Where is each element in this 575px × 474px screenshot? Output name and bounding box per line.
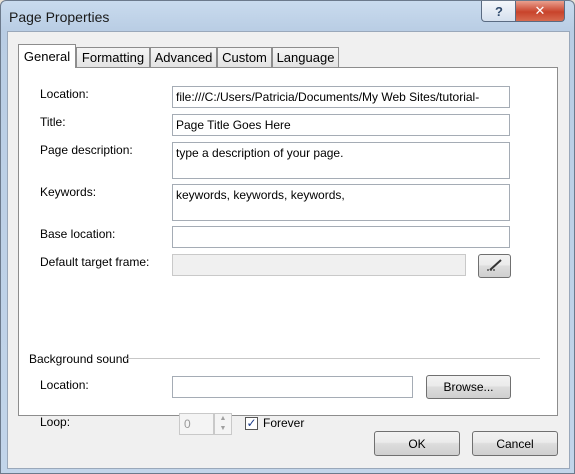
keywords-label: Keywords: bbox=[40, 185, 97, 199]
page-properties-dialog: Page Properties ? ✕ General Formatting A… bbox=[0, 0, 575, 474]
sound-location-field[interactable] bbox=[172, 376, 413, 398]
group-divider bbox=[126, 358, 540, 359]
loop-spinner: ▲ ▼ bbox=[214, 413, 232, 435]
forever-checkbox[interactable]: ✓ bbox=[245, 417, 258, 430]
default-target-frame-field bbox=[172, 254, 466, 276]
location-field[interactable]: file:///C:/Users/Patricia/Documents/My W… bbox=[172, 86, 510, 108]
spinner-up-icon: ▲ bbox=[219, 415, 227, 422]
title-field[interactable]: Page Title Goes Here bbox=[172, 114, 510, 136]
page-description-label: Page description: bbox=[40, 143, 133, 157]
close-icon: ✕ bbox=[534, 3, 546, 18]
forever-label: Forever bbox=[263, 416, 305, 430]
title-label: Title: bbox=[40, 115, 66, 129]
base-location-field[interactable] bbox=[172, 226, 510, 248]
location-label: Location: bbox=[40, 87, 89, 101]
page-description-field[interactable]: type a description of your page. bbox=[172, 142, 510, 179]
tab-formatting[interactable]: Formatting bbox=[76, 47, 150, 67]
help-button[interactable]: ? bbox=[481, 1, 517, 22]
tab-language[interactable]: Language bbox=[272, 47, 339, 67]
cancel-button[interactable]: Cancel bbox=[472, 431, 558, 456]
keywords-field[interactable]: keywords, keywords, keywords, bbox=[172, 184, 510, 221]
tab-custom[interactable]: Custom bbox=[217, 47, 272, 67]
spinner-down-icon: ▼ bbox=[219, 425, 227, 432]
close-button[interactable]: ✕ bbox=[515, 1, 565, 22]
change-target-frame-button[interactable] bbox=[478, 254, 511, 278]
tab-advanced[interactable]: Advanced bbox=[150, 47, 217, 67]
loop-count-input: 0 bbox=[179, 413, 214, 435]
default-target-frame-label: Default target frame: bbox=[40, 255, 150, 269]
dialog-body: General Formatting Advanced Custom Langu… bbox=[7, 31, 570, 469]
pencil-icon bbox=[486, 258, 504, 275]
help-icon: ? bbox=[495, 3, 503, 19]
ok-button[interactable]: OK bbox=[374, 431, 460, 456]
loop-label: Loop: bbox=[40, 415, 71, 429]
background-sound-group-label: Background sound bbox=[29, 352, 130, 366]
browse-button[interactable]: Browse... bbox=[426, 375, 511, 399]
sound-location-label: Location: bbox=[40, 378, 89, 392]
base-location-label: Base location: bbox=[40, 227, 116, 241]
tab-general[interactable]: General bbox=[18, 44, 76, 68]
dialog-title: Page Properties bbox=[9, 9, 110, 25]
general-tab-panel: Location: file:///C:/Users/Patricia/Docu… bbox=[18, 67, 558, 435]
